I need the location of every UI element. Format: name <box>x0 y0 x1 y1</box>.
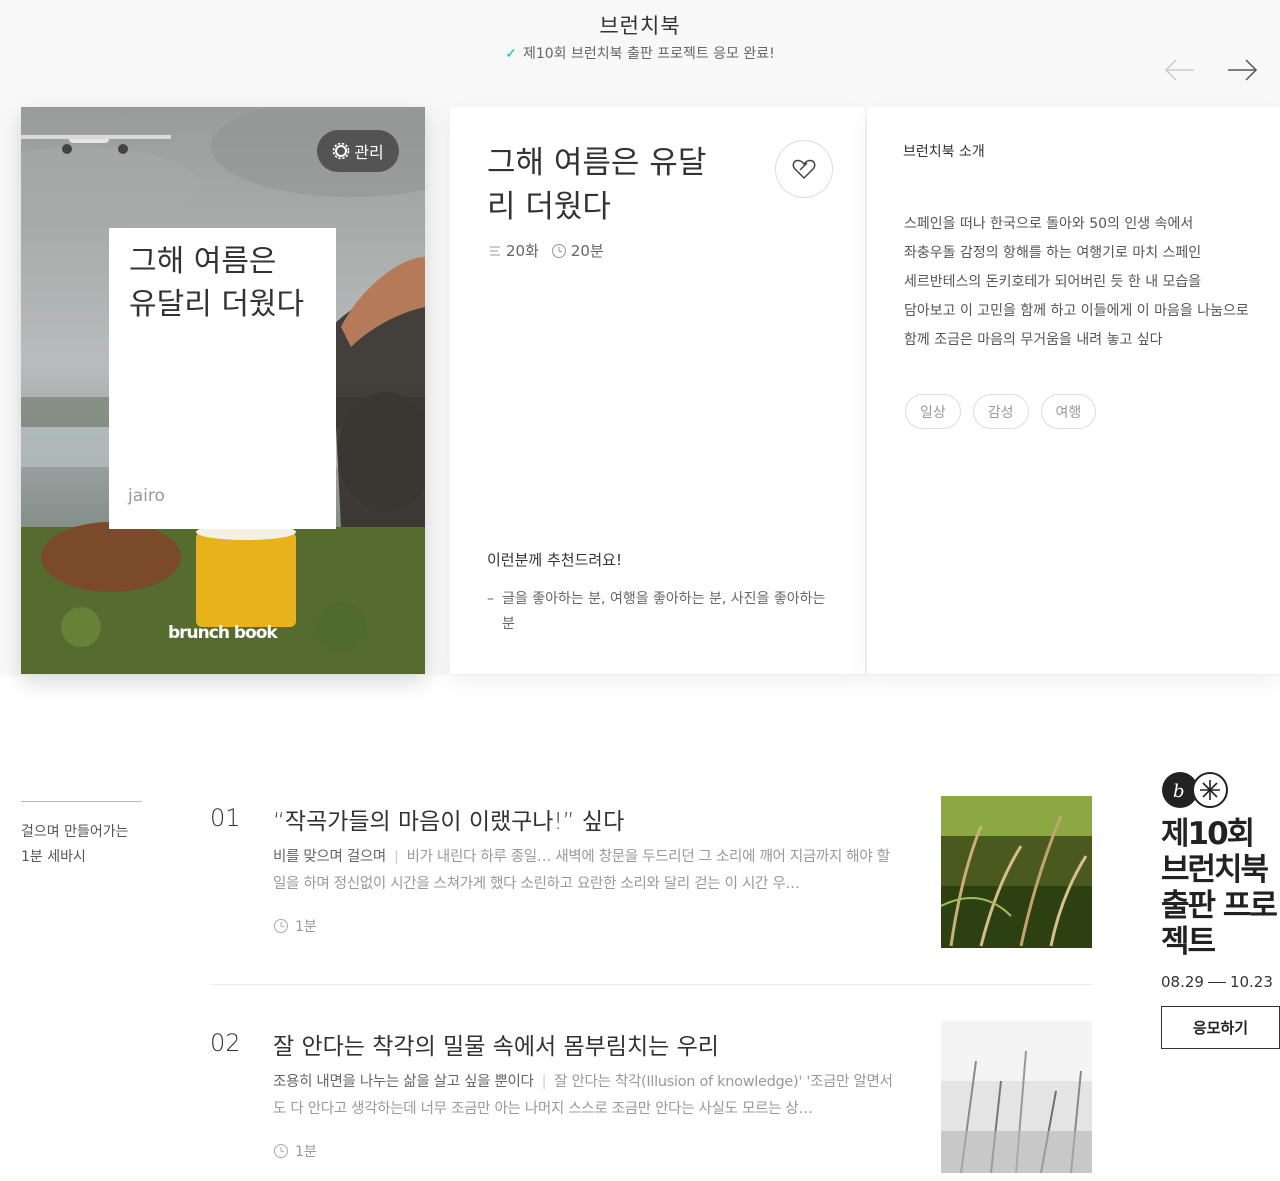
submission-status-text: 제10회 브런치북 출판 프로젝트 응모 완료! <box>522 46 775 62</box>
clock-icon <box>274 919 288 933</box>
blurred-grass-photo <box>941 1021 1092 1173</box>
article-item-2[interactable]: 02 잘 안다는 착각의 밀물 속에서 몸부림치는 우리 조용히 내면을 나누는… <box>210 1021 1092 1181</box>
article-description: 비를 맞으며 걸으며 | 비가 내린다 하루 종일… 새벽에 창문을 두드리던 그 … <box>273 844 903 898</box>
tag-emotion[interactable]: 감성 <box>972 394 1029 429</box>
arrow-left-icon <box>1164 59 1194 81</box>
brunch-logo-icon: b <box>1162 772 1228 808</box>
promo-title: 제10회 브런치북 출판 프로젝트 <box>1161 816 1278 960</box>
next-book-button[interactable] <box>1222 52 1262 88</box>
article-thumbnail[interactable] <box>941 796 1092 948</box>
article-title[interactable]: 잘 안다는 착각의 밀물 속에서 몸부림치는 우리 <box>273 1027 923 1061</box>
apply-button[interactable]: 응모하기 <box>1161 1006 1280 1049</box>
article-subtitle: 비를 맞으며 걸으며 <box>273 849 386 865</box>
book-title: 그해 여름은 유달리 더웠다 <box>487 145 707 225</box>
promo-date-end: 10.23 <box>1229 973 1273 991</box>
sidebar-divider <box>21 801 142 802</box>
article-divider <box>210 984 1092 985</box>
separator: | <box>541 1074 547 1090</box>
intro-text: 스페인을 떠나 한국으로 돌아와 50의 인생 속에서 좌충우돌 감정의 항해를… <box>904 216 1249 348</box>
dash-icon: – <box>487 591 494 607</box>
recommend-item: – 글을 좋아하는 분, 여행을 좋아하는 분, 사진을 좋아하는 분 <box>487 587 832 637</box>
article-description: 조용히 내면을 나누는 삶을 살고 싶을 뿐이다 | 잘 안다는 착각(Illusi… <box>273 1069 903 1123</box>
book-cover[interactable]: 관리 그해 여름은 유달리 더웠다 jairo brunch book <box>21 107 425 674</box>
book-info-card: 그해 여름은 유달리 더웠다 20화 20분 이런분께 추천드려요! – 글을 좋… <box>450 107 865 674</box>
check-icon: ✓ <box>505 46 517 62</box>
clock-icon <box>274 1144 288 1158</box>
magazine-name[interactable]: 걸으며 만들어가는 1분 세바시 <box>21 820 146 870</box>
clock-icon <box>551 243 566 258</box>
recommend-item-text: 글을 좋아하는 분, 여행을 좋아하는 분, 사진을 좋아하는 분 <box>502 591 826 632</box>
tag-travel[interactable]: 여행 <box>1040 394 1097 429</box>
brunch-book-logo: brunch book <box>168 623 278 643</box>
cover-author: jairo <box>128 486 165 506</box>
book-intro-card: 브런치북 소개 스페인을 떠나 한국으로 돌아와 50의 인생 속에서 좌충우돌… <box>867 107 1280 674</box>
reading-time: 20분 <box>570 242 604 260</box>
article-item-1[interactable]: 01 “작곡가들의 마음이 이랬구나!” 싶다 비를 맞으며 걸으며 | 비가 내린… <box>210 796 1092 972</box>
promo-date: 08.29 10.23 <box>1161 973 1280 991</box>
tag-daily[interactable]: 일상 <box>905 394 961 429</box>
cover-title-card: 그해 여름은 유달리 더웠다 jairo <box>109 228 336 529</box>
manage-button[interactable]: 관리 <box>317 130 399 172</box>
like-button[interactable] <box>775 140 833 198</box>
article-thumbnail[interactable] <box>941 1021 1092 1173</box>
svg-text:b: b <box>1173 781 1185 802</box>
article-read-time: 1분 <box>273 1141 317 1161</box>
intro-label: 브런치북 소개 <box>903 144 985 160</box>
book-meta: 20화 20분 <box>488 240 616 261</box>
grass-photo <box>941 796 1092 948</box>
cover-title: 그해 여름은 유달리 더웠다 <box>129 244 305 322</box>
article-number: 02 <box>210 1029 241 1057</box>
article-number: 01 <box>210 804 241 832</box>
submission-status: ✓ 제10회 브런치북 출판 프로젝트 응모 완료! <box>0 43 1280 63</box>
manage-label: 관리 <box>354 143 384 162</box>
recommend-label: 이런분께 추천드려요! <box>487 551 622 569</box>
heart-icon <box>792 159 816 180</box>
gear-icon <box>332 142 350 160</box>
article-time: 1분 <box>295 1144 317 1160</box>
arrow-right-icon <box>1228 59 1258 81</box>
separator: | <box>393 849 399 865</box>
episode-count: 20화 <box>506 242 539 260</box>
article-read-time: 1분 <box>273 916 317 936</box>
page-title: 브런치북 <box>599 14 681 38</box>
article-time: 1분 <box>295 919 317 935</box>
article-title[interactable]: “작곡가들의 마음이 이랬구나!” 싶다 <box>273 802 923 836</box>
promo-date-start: 08.29 <box>1161 973 1204 991</box>
list-icon <box>490 246 500 255</box>
tag-list: 일상 감성 여행 <box>905 394 1097 429</box>
date-dash <box>1207 982 1226 983</box>
prev-book-button[interactable] <box>1160 52 1200 88</box>
article-subtitle: 조용히 내면을 나누는 삶을 살고 싶을 뿐이다 <box>273 1074 534 1090</box>
